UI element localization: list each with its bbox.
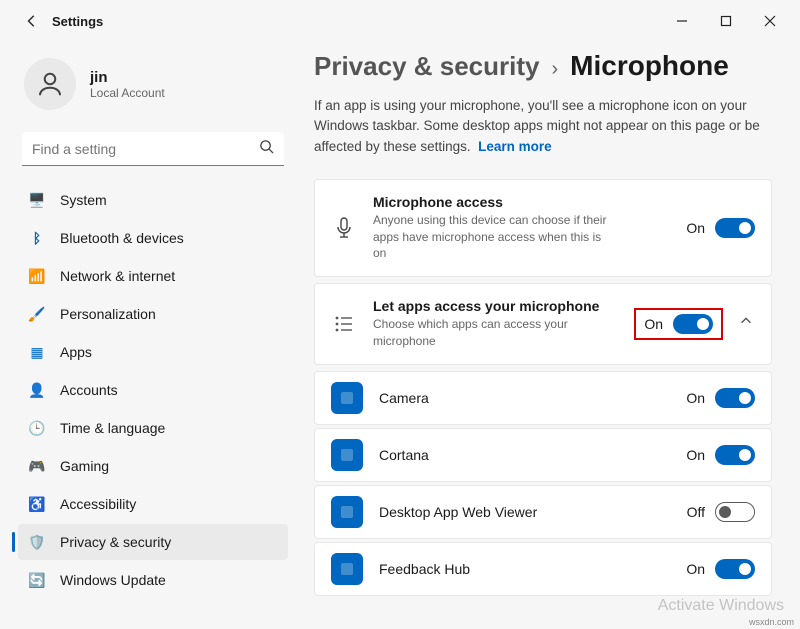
mic-access-state: On bbox=[686, 220, 705, 236]
brush-icon: 🖌️ bbox=[28, 306, 46, 323]
app-state: On bbox=[686, 447, 705, 463]
app-icon bbox=[331, 553, 363, 585]
sidebar-item-bluetooth[interactable]: ᛒ Bluetooth & devices bbox=[18, 220, 288, 256]
apps-access-highlight: On bbox=[634, 308, 723, 340]
sidebar-item-time[interactable]: 🕒 Time & language bbox=[18, 410, 288, 446]
avatar bbox=[24, 58, 76, 110]
sidebar-item-update[interactable]: 🔄 Windows Update bbox=[18, 562, 288, 598]
sidebar-item-label: Windows Update bbox=[60, 572, 166, 588]
breadcrumb: Privacy & security › Microphone bbox=[314, 50, 772, 82]
person-icon: 👤 bbox=[28, 382, 46, 399]
app-toggle[interactable] bbox=[715, 559, 755, 579]
user-name: jin bbox=[90, 69, 165, 86]
app-row: Desktop App Web Viewer Off bbox=[314, 485, 772, 539]
mic-access-title: Microphone access bbox=[373, 194, 670, 210]
apps-access-toggle[interactable] bbox=[673, 314, 713, 334]
back-button[interactable] bbox=[20, 9, 44, 33]
mic-access-desc: Anyone using this device can choose if t… bbox=[373, 212, 613, 262]
maximize-button[interactable] bbox=[704, 6, 748, 36]
display-icon: 🖥️ bbox=[28, 192, 46, 209]
update-icon: 🔄 bbox=[28, 572, 46, 589]
bluetooth-icon: ᛒ bbox=[28, 230, 46, 246]
accessibility-icon: ♿ bbox=[28, 496, 46, 513]
app-icon bbox=[331, 382, 363, 414]
sidebar-item-accounts[interactable]: 👤 Accounts bbox=[18, 372, 288, 408]
apps-access-state: On bbox=[644, 316, 663, 332]
search-box[interactable] bbox=[22, 132, 284, 166]
app-name: Camera bbox=[379, 390, 670, 406]
search-icon bbox=[259, 139, 274, 159]
app-name: Feedback Hub bbox=[379, 561, 670, 577]
app-icon bbox=[331, 496, 363, 528]
apps-access-desc: Choose which apps can access your microp… bbox=[373, 316, 613, 350]
app-icon bbox=[331, 439, 363, 471]
apps-access-title: Let apps access your microphone bbox=[373, 298, 618, 314]
window-title: Settings bbox=[52, 14, 103, 29]
app-state: On bbox=[686, 390, 705, 406]
sidebar-item-personalization[interactable]: 🖌️ Personalization bbox=[18, 296, 288, 332]
sidebar-item-system[interactable]: 🖥️ System bbox=[18, 182, 288, 218]
sidebar-item-label: Accessibility bbox=[60, 496, 136, 512]
sidebar-item-label: Gaming bbox=[60, 458, 109, 474]
sidebar-item-gaming[interactable]: 🎮 Gaming bbox=[18, 448, 288, 484]
sidebar-item-network[interactable]: 📶 Network & internet bbox=[18, 258, 288, 294]
sidebar-nav: 🖥️ System ᛒ Bluetooth & devices 📶 Network &… bbox=[18, 182, 288, 598]
close-button[interactable] bbox=[748, 6, 792, 36]
shield-icon: 🛡️ bbox=[28, 534, 46, 551]
app-state: On bbox=[686, 561, 705, 577]
minimize-button[interactable] bbox=[660, 6, 704, 36]
sidebar-item-privacy[interactable]: 🛡️ Privacy & security bbox=[18, 524, 288, 560]
app-row: Feedback Hub On bbox=[314, 542, 772, 596]
page-title: Microphone bbox=[570, 50, 729, 82]
gamepad-icon: 🎮 bbox=[28, 458, 46, 475]
mic-access-card: Microphone access Anyone using this devi… bbox=[314, 179, 772, 277]
sidebar-item-label: Apps bbox=[60, 344, 92, 360]
sidebar-item-apps[interactable]: ▦ Apps bbox=[18, 334, 288, 370]
app-state: Off bbox=[687, 504, 705, 520]
microphone-icon bbox=[331, 217, 357, 239]
user-block[interactable]: jin Local Account bbox=[18, 42, 288, 128]
app-toggle[interactable] bbox=[715, 388, 755, 408]
sidebar-item-label: System bbox=[60, 192, 107, 208]
app-toggle[interactable] bbox=[715, 502, 755, 522]
app-row: Camera On bbox=[314, 371, 772, 425]
sidebar-item-label: Personalization bbox=[60, 306, 156, 322]
search-input[interactable] bbox=[32, 141, 259, 157]
sidebar-item-accessibility[interactable]: ♿ Accessibility bbox=[18, 486, 288, 522]
sidebar-item-label: Time & language bbox=[60, 420, 165, 436]
app-toggle[interactable] bbox=[715, 445, 755, 465]
user-role: Local Account bbox=[90, 86, 165, 100]
chevron-right-icon: › bbox=[551, 58, 558, 81]
app-name: Cortana bbox=[379, 447, 670, 463]
attribution: wsxdn.com bbox=[749, 617, 794, 627]
sidebar-item-label: Accounts bbox=[60, 382, 118, 398]
app-name: Desktop App Web Viewer bbox=[379, 504, 671, 520]
apps-icon: ▦ bbox=[28, 344, 46, 361]
intro-text: If an app is using your microphone, you'… bbox=[314, 96, 772, 157]
sidebar-item-label: Privacy & security bbox=[60, 534, 171, 550]
mic-access-toggle[interactable] bbox=[715, 218, 755, 238]
sidebar-item-label: Network & internet bbox=[60, 268, 175, 284]
breadcrumb-parent[interactable]: Privacy & security bbox=[314, 51, 539, 82]
sidebar-item-label: Bluetooth & devices bbox=[60, 230, 184, 246]
wifi-icon: 📶 bbox=[28, 268, 46, 285]
learn-more-link[interactable]: Learn more bbox=[478, 139, 552, 154]
apps-access-card: Let apps access your microphone Choose w… bbox=[314, 283, 772, 365]
list-icon bbox=[331, 315, 357, 333]
app-row: Cortana On bbox=[314, 428, 772, 482]
expand-collapse-button[interactable] bbox=[739, 314, 755, 333]
clock-icon: 🕒 bbox=[28, 420, 46, 437]
